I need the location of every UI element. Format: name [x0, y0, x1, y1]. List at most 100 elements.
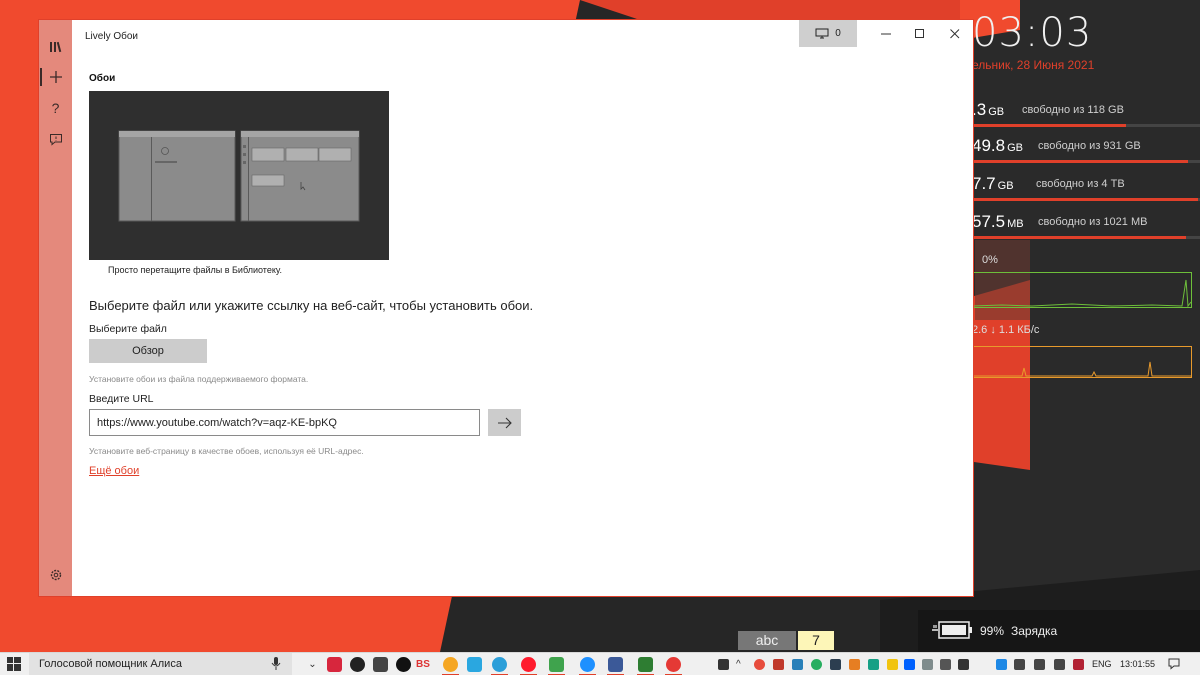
app-icon-2[interactable] — [350, 657, 365, 672]
minimize-icon — [881, 33, 891, 34]
browse-button[interactable]: Обзор — [89, 339, 207, 363]
drive-free-text: свободно из 931 GB — [1038, 140, 1141, 152]
tray-icon-12[interactable] — [958, 659, 969, 670]
us-flag-icon[interactable] — [1073, 659, 1084, 670]
battery-charging-icon — [932, 621, 972, 639]
file-hint: Установите обои из файла поддерживаемого… — [89, 374, 309, 384]
drive-value: 57.5 MB — [972, 212, 1024, 231]
widget-date: ельник, 28 Июня 2021 — [972, 58, 1095, 72]
instruction-text: Выберите файл или укажите ссылку на веб-… — [89, 298, 534, 313]
tray-icon-4[interactable] — [792, 659, 803, 670]
cpu-graph — [972, 272, 1192, 308]
cpu-percent: 0% — [982, 254, 998, 266]
alice-voice-search[interactable]: Голосовой помощник Алиса — [29, 653, 292, 675]
drive-value: 7.7 GB — [972, 174, 1014, 193]
battery-panel: 99% Зарядка — [918, 610, 1200, 652]
drive-free-text: свободно из 1021 MB — [1038, 216, 1148, 228]
keyboard-layout-indicator: abc — [738, 631, 796, 650]
tray-icon-11[interactable] — [940, 659, 951, 670]
maximize-button[interactable] — [901, 20, 939, 47]
app-icon-5[interactable] — [443, 657, 458, 672]
help-icon: ? — [51, 100, 60, 116]
app-icon-9[interactable] — [608, 657, 623, 672]
tray-icon-7[interactable] — [849, 659, 860, 670]
app-icon-1[interactable] — [327, 657, 342, 672]
drag-drop-preview-image — [89, 91, 389, 260]
nav-add[interactable] — [39, 62, 72, 92]
windows-start-icon[interactable] — [7, 657, 21, 671]
monitor-count: 0 — [835, 28, 841, 39]
chevron-icon[interactable]: ⌄ — [305, 657, 320, 672]
add-icon — [49, 71, 62, 83]
battery-tray-icon[interactable] — [1034, 659, 1045, 670]
drag-drop-illustration — [89, 91, 389, 260]
tray-icon-3[interactable] — [773, 659, 784, 670]
preview-caption: Просто перетащите файлы в Библиотеку. — [108, 265, 282, 275]
network-graph — [972, 346, 1192, 378]
tray-icon-5[interactable] — [811, 659, 822, 670]
nav-library[interactable] — [39, 32, 72, 62]
url-hint: Установите веб-страницу в качестве обоев… — [89, 446, 364, 456]
nav-rail: ? — [39, 20, 72, 596]
maximize-icon — [915, 28, 924, 38]
notifications-icon[interactable] — [1168, 658, 1180, 670]
minimize-button[interactable] — [867, 20, 905, 47]
widget-clock: 03:03 — [972, 10, 1093, 56]
bs-icon[interactable]: BS — [416, 657, 431, 672]
drive-row: 49.8 GB свободно из 931 GB — [968, 136, 1200, 170]
library-icon — [49, 41, 61, 53]
drive-free-text: свободно из 118 GB — [1022, 104, 1124, 116]
tray-icon-10[interactable] — [922, 659, 933, 670]
microphone-icon[interactable] — [271, 657, 281, 671]
language-indicator[interactable]: ENG — [1092, 659, 1112, 669]
tray-icon-6[interactable] — [830, 659, 841, 670]
network-speed: 2.6 ↓ 1.1 КБ/с — [972, 324, 1040, 336]
app-icon-7[interactable] — [549, 657, 564, 672]
go-url-button[interactable] — [488, 409, 521, 436]
window-title: Lively Обои — [85, 31, 138, 42]
app-icon-3[interactable] — [373, 657, 388, 672]
counter-indicator: 7 — [798, 631, 834, 650]
taskbar-clock[interactable]: 13:01:55 — [1120, 659, 1155, 669]
volume-icon[interactable] — [1054, 659, 1065, 670]
drive-usage-bar — [968, 198, 1200, 201]
battery-percent: 99% — [980, 624, 1005, 638]
monitor-select-button[interactable]: 0 — [799, 20, 857, 47]
more-wallpapers-link[interactable]: Ещё обои — [89, 465, 139, 477]
drive-usage-bar — [968, 124, 1200, 127]
wifi-icon[interactable] — [1014, 659, 1025, 670]
system-monitor-widget: 03:03 ельник, 28 Июня 2021 .3 GB свободно… — [968, 0, 1200, 390]
bluetooth-icon[interactable] — [996, 659, 1007, 670]
nav-help[interactable]: ? — [39, 93, 72, 123]
opera-icon[interactable] — [521, 657, 536, 672]
app-icon-4[interactable] — [396, 657, 411, 672]
feedback-icon — [49, 133, 62, 146]
tray-expand-icon[interactable]: ^ — [736, 659, 747, 670]
taskbar: Голосовой помощник Алиса ⌄ BS ^ ENG 13:0… — [0, 652, 1200, 675]
app-icon-11[interactable] — [666, 657, 681, 672]
tray-icon-1[interactable] — [718, 659, 729, 670]
drive-usage-bar — [968, 236, 1200, 239]
close-button[interactable] — [936, 20, 974, 47]
drive-value: .3 GB — [972, 100, 1005, 119]
tray-icon-8[interactable] — [868, 659, 879, 670]
tray-icon-2[interactable] — [754, 659, 765, 670]
drive-usage-bar — [968, 160, 1200, 163]
page-heading: Обои — [89, 73, 116, 84]
nav-settings[interactable] — [39, 560, 72, 590]
drive-row: 7.7 GB свободно из 4 TB — [968, 174, 1200, 208]
url-input[interactable] — [89, 409, 480, 436]
app-icon-10[interactable] — [638, 657, 653, 672]
telegram-icon[interactable] — [492, 657, 507, 672]
app-icon-6[interactable] — [467, 657, 482, 672]
drive-row: .3 GB свободно из 118 GB — [968, 100, 1200, 134]
close-icon — [950, 28, 960, 38]
battery-status: Зарядка — [1011, 624, 1058, 638]
lively-window: ? Lively Обои 0 Обои Просто перетащите ф… — [38, 19, 974, 597]
url-label: Введите URL — [89, 393, 154, 405]
app-icon-8[interactable] — [580, 657, 595, 672]
tray-icon-9[interactable] — [887, 659, 898, 670]
file-label: Выберите файл — [89, 323, 167, 335]
nav-feedback[interactable] — [39, 124, 72, 154]
dropbox-icon[interactable] — [904, 659, 915, 670]
